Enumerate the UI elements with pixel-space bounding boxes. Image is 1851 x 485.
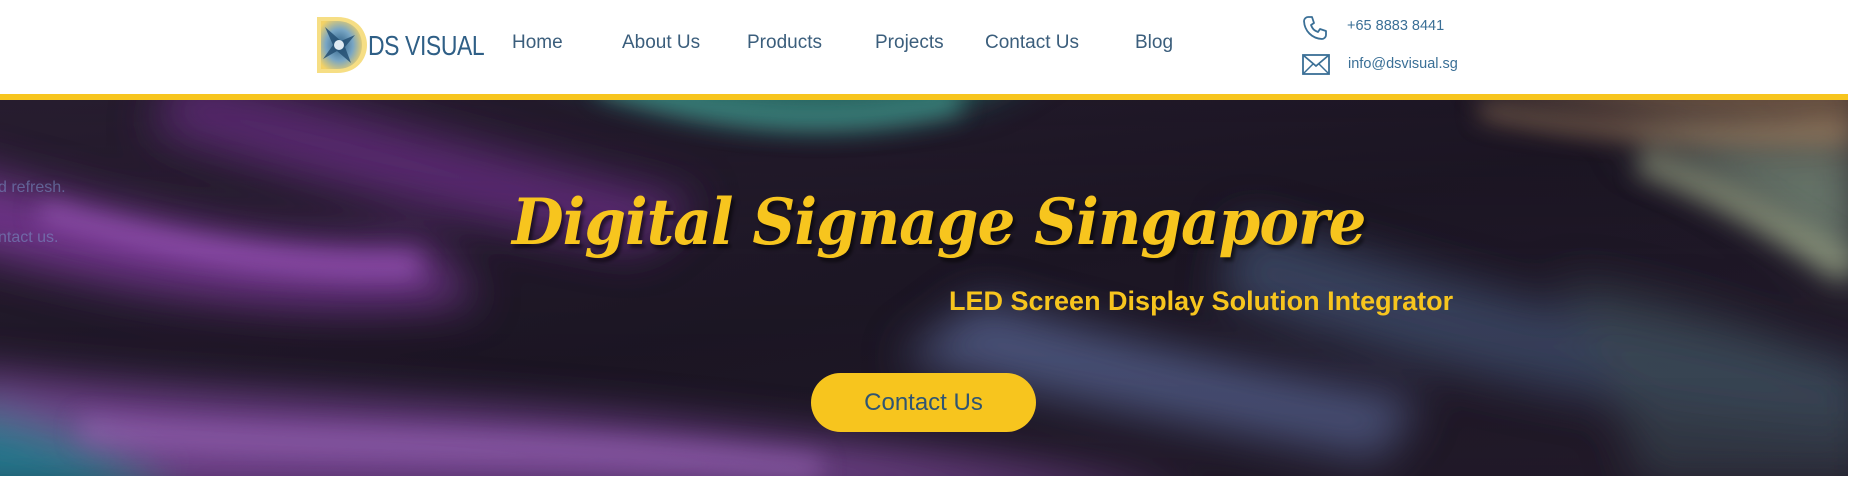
phone-number-link[interactable]: +65 8883 8441	[1347, 18, 1444, 34]
phone-icon[interactable]	[1302, 15, 1328, 41]
ds-visual-logo-mark-icon	[317, 17, 367, 73]
brand-name: DS VISUAL	[368, 30, 485, 61]
envelope-icon[interactable]	[1302, 54, 1330, 75]
nav-home[interactable]: Home	[512, 32, 563, 54]
ghost-text-line: ntact us.	[0, 229, 59, 246]
contact-us-button[interactable]: Contact Us	[811, 373, 1036, 432]
nav-products[interactable]: Products	[747, 32, 822, 54]
site-logo[interactable]: DS VISUAL	[311, 13, 485, 77]
nav-contact-us[interactable]: Contact Us	[985, 32, 1079, 54]
email-link[interactable]: info@dsvisual.sg	[1348, 56, 1458, 72]
nav-about-us[interactable]: About Us	[622, 32, 700, 54]
nav-projects[interactable]: Projects	[875, 32, 944, 54]
site-header: DS VISUAL Home About Us Products Project…	[0, 0, 1851, 94]
hero-title: Digital Signage Singapore	[512, 185, 1366, 260]
page-bottom-strip	[0, 476, 1851, 485]
nav-blog[interactable]: Blog	[1135, 32, 1173, 54]
hero-subtitle: LED Screen Display Solution Integrator	[949, 286, 1454, 316]
ghost-text-line: d refresh.	[0, 179, 66, 196]
